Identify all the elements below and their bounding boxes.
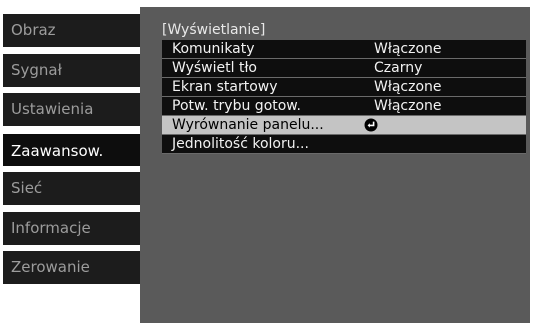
menu-list: Komunikaty Włączone Wyświetl tło Czarny … — [162, 40, 526, 154]
menu-row-potw-trybu-gotow[interactable]: Potw. trybu gotow. Włączone — [162, 97, 526, 116]
sidebar-item-informacje[interactable]: Informacje — [3, 212, 140, 245]
row-value: Czarny — [374, 60, 423, 76]
row-label: Wyświetl tło — [172, 60, 257, 76]
settings-panel: [Wyświetlanie] Komunikaty Włączone Wyświ… — [140, 7, 530, 323]
sidebar-item-zaawansowane[interactable]: Zaawansow. — [3, 133, 153, 167]
enter-icon — [364, 118, 378, 132]
panel-title: [Wyświetlanie] — [162, 22, 266, 38]
row-value: Włączone — [374, 79, 442, 95]
row-label: Ekran startowy — [172, 79, 278, 95]
sidebar-item-ustawienia[interactable]: Ustawienia — [3, 93, 140, 126]
menu-row-ekran-startowy[interactable]: Ekran startowy Włączone — [162, 78, 526, 97]
menu-row-wyrownanie-panelu[interactable]: Wyrównanie panelu... — [162, 116, 526, 135]
row-label: Wyrównanie panelu... — [172, 117, 324, 133]
row-label: Potw. trybu gotow. — [172, 98, 301, 114]
sidebar-item-obraz[interactable]: Obraz — [3, 14, 140, 47]
sidebar-menu: Obraz Sygnał Ustawienia Zaawansow. Sieć … — [0, 0, 153, 323]
row-label: Komunikaty — [172, 41, 255, 57]
row-value: Włączone — [374, 41, 442, 57]
row-label: Jednolitość koloru... — [172, 136, 309, 152]
sidebar-item-sygnal[interactable]: Sygnał — [3, 54, 140, 87]
sidebar-item-siec[interactable]: Sieć — [3, 172, 140, 205]
menu-row-jednolitosc-koloru[interactable]: Jednolitość koloru... — [162, 135, 526, 154]
menu-row-wyswietl-tlo[interactable]: Wyświetl tło Czarny — [162, 59, 526, 78]
row-value: Włączone — [374, 98, 442, 114]
sidebar-item-zerowanie[interactable]: Zerowanie — [3, 251, 140, 284]
menu-row-komunikaty[interactable]: Komunikaty Włączone — [162, 40, 526, 59]
